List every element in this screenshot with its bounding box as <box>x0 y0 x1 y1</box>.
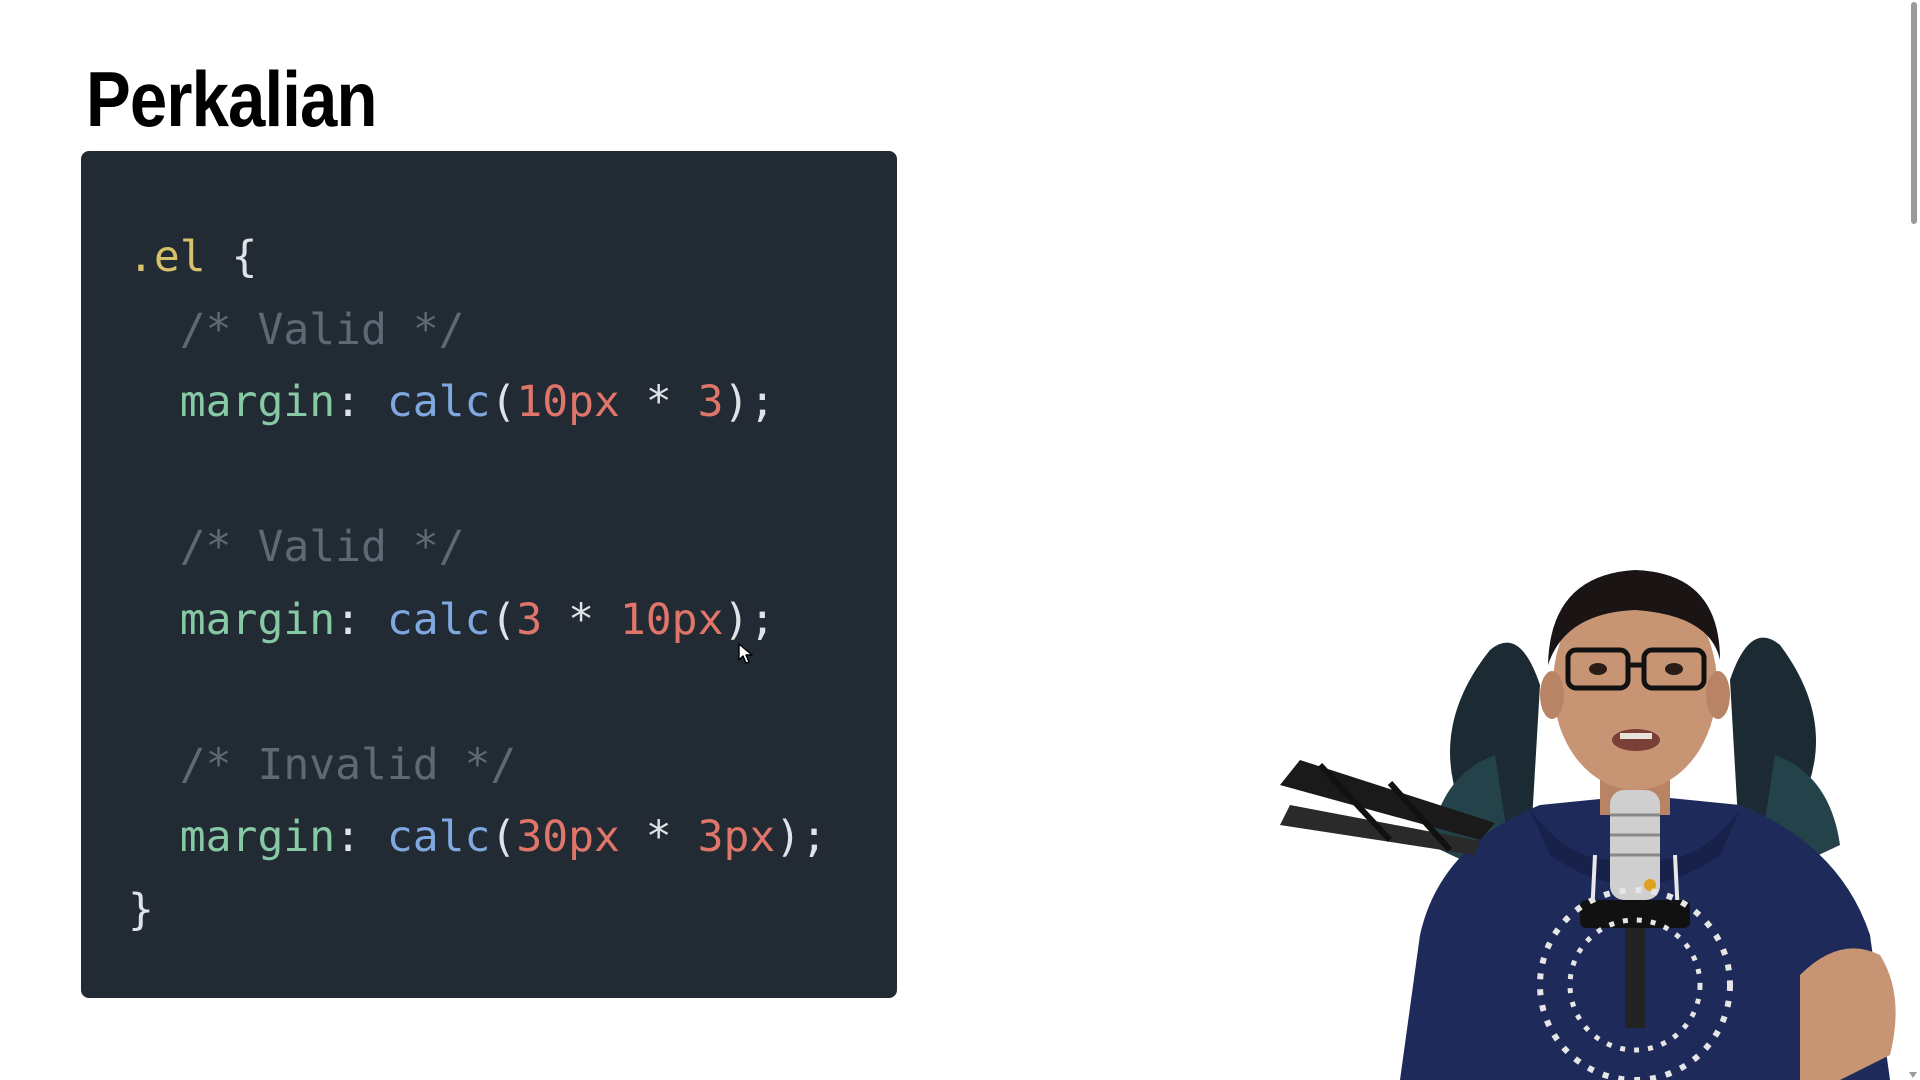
code-token-punct: : <box>335 812 387 862</box>
code-token-num: 3 <box>516 594 543 645</box>
code-token-punct: { <box>205 232 258 282</box>
vertical-scrollbar[interactable] <box>1906 0 1920 1080</box>
code-line: margin: calc(3 * 10px); <box>128 584 827 657</box>
code-token-punct: ( <box>490 812 517 862</box>
code-token-punct: ( <box>490 594 517 645</box>
code-line: /* Valid */ <box>128 294 827 367</box>
code-token-punct: * <box>619 812 698 862</box>
code-token-punct: ); <box>723 594 776 645</box>
code-token-num: 10px <box>516 377 620 427</box>
slide-title: Perkalian <box>86 55 377 143</box>
code-block: .el { /* Valid */ margin: calc(10px * 3)… <box>81 151 897 998</box>
code-token-punct: * <box>619 377 698 427</box>
code-token-punct: } <box>128 884 154 935</box>
code-token-punct: ( <box>490 377 517 427</box>
code-token-punct: * <box>542 594 620 645</box>
code-token-func: calc <box>386 594 491 645</box>
code-token-punct: ); <box>723 377 776 427</box>
code-line: } <box>128 874 827 947</box>
code-token-func: calc <box>386 812 491 862</box>
code-token-comment: /* Invalid */ <box>128 739 517 790</box>
code-token-comment: /* Valid */ <box>128 304 465 355</box>
code-token-punct: : <box>335 594 387 645</box>
scrollbar-thumb[interactable] <box>1911 2 1917 224</box>
code-token-num: 3 <box>697 377 724 427</box>
code-token-punct: : <box>335 377 387 427</box>
code-line: margin: calc(10px * 3); <box>128 366 827 439</box>
code-token-punct: ); <box>775 812 828 862</box>
code-token-prop: margin <box>128 594 336 645</box>
code-text: .el { /* Valid */ margin: calc(10px * 3)… <box>128 221 827 946</box>
code-token-comment: /* Valid */ <box>128 522 465 572</box>
slide-page: Perkalian .el { /* Valid */ margin: calc… <box>0 0 1920 1080</box>
code-token-num: 10px <box>619 594 724 645</box>
code-token-num: 3px <box>697 812 776 862</box>
code-line: /* Valid */ <box>128 511 827 584</box>
code-token-prop: margin <box>128 812 336 862</box>
code-token-num: 30px <box>516 812 620 862</box>
code-line: /* Invalid */ <box>128 729 827 802</box>
scroll-down-arrow-icon[interactable] <box>1909 1072 1917 1078</box>
code-token-prop: margin <box>128 377 336 427</box>
code-line: .el { <box>128 221 827 294</box>
code-token-func: calc <box>386 377 491 427</box>
presenter-webcam <box>1280 570 1896 1080</box>
code-line: margin: calc(30px * 3px); <box>128 801 827 874</box>
mouse-pointer-icon <box>738 643 753 664</box>
code-token-selector: .el <box>128 232 206 282</box>
